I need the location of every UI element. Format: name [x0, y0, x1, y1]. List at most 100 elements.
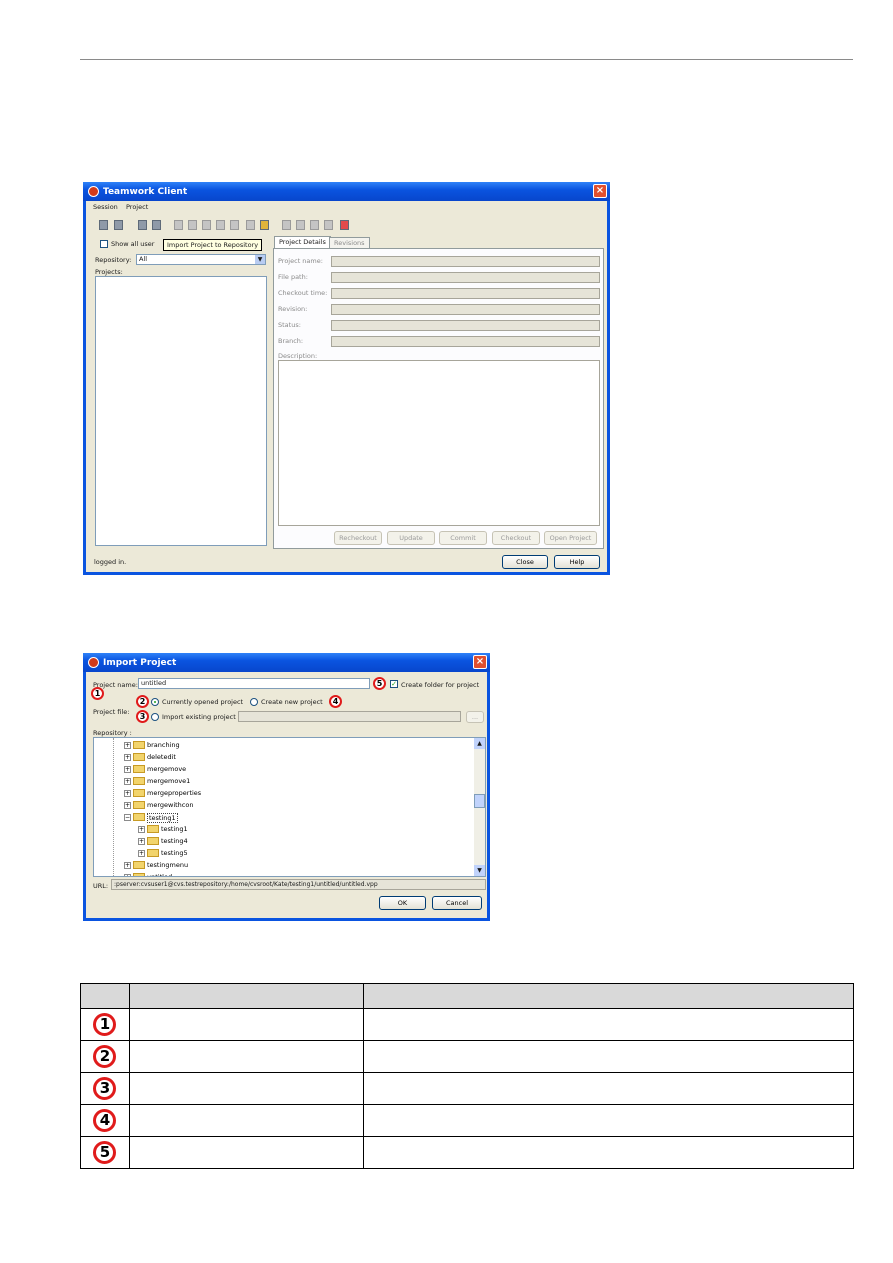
expand-icon[interactable]: + [124, 742, 131, 749]
marker-1: 1 [93, 1013, 117, 1036]
toolbar-icon-13[interactable] [296, 220, 305, 230]
toolbar-icon-10[interactable] [246, 220, 255, 230]
tree-label: mergeproperties [147, 789, 202, 797]
toolbar-icon-9[interactable] [230, 220, 239, 230]
expand-icon[interactable]: + [138, 838, 145, 845]
toolbar-icon-3[interactable] [138, 220, 147, 230]
project-name-input[interactable]: untitled [138, 678, 370, 689]
expand-icon[interactable]: + [124, 802, 131, 809]
tree-row[interactable]: + testingmenu [94, 860, 474, 871]
field-label-branch: Branch: [278, 337, 304, 345]
recheckout-button[interactable]: Recheckout [334, 531, 382, 545]
create-folder-checkbox[interactable]: ✓ [390, 680, 398, 688]
tree-row[interactable]: + testing4 [94, 836, 474, 847]
menu-session[interactable]: Session [93, 203, 118, 211]
table-row: 1 [80, 1008, 855, 1041]
app-icon [88, 186, 99, 197]
open-project-button[interactable]: Open Project [544, 531, 597, 545]
tree-row[interactable]: + testing1 [94, 824, 474, 835]
expand-icon[interactable]: + [124, 874, 131, 876]
folder-icon [133, 741, 145, 749]
tree-row-selected[interactable]: − testing1 [94, 812, 474, 823]
tree-label: testing1 [161, 825, 188, 833]
toolbar-icon-2[interactable] [114, 220, 123, 230]
chevron-down-icon[interactable]: ▼ [255, 255, 265, 264]
tab-project-details[interactable]: Project Details [274, 236, 331, 248]
marker-4: 4 [329, 695, 342, 708]
toolbar-icon-12[interactable] [282, 220, 291, 230]
table-header-row [80, 983, 855, 1009]
expand-icon[interactable]: + [124, 862, 131, 869]
tree-row[interactable]: + testing5 [94, 848, 474, 859]
table-row: 5 [80, 1136, 855, 1169]
status-text: logged in. [94, 558, 127, 566]
delete-icon[interactable] [340, 220, 349, 230]
marker-5: 5 [93, 1141, 117, 1164]
folder-icon [147, 837, 159, 845]
update-button[interactable]: Update [387, 531, 435, 545]
tooltip-text: Import Project to Repository [167, 241, 259, 249]
tree-label: mergemove1 [147, 777, 191, 785]
expand-icon[interactable]: + [138, 826, 145, 833]
folder-icon [133, 789, 145, 797]
help-button[interactable]: Help [554, 555, 600, 569]
import-project-window: Import Project × Project name: untitled … [83, 653, 490, 921]
create-new-radio[interactable] [250, 698, 258, 706]
show-all-user-checkbox[interactable] [100, 240, 108, 248]
repository-tree[interactable]: + branching + deletedit + mergemove + me… [93, 737, 486, 877]
expand-icon[interactable]: + [124, 790, 131, 797]
expand-icon[interactable]: + [124, 766, 131, 773]
tab-revisions[interactable]: Revisions [329, 237, 370, 248]
url-label: URL: [93, 882, 109, 890]
tree-row[interactable]: + mergeproperties [94, 788, 474, 799]
expand-icon[interactable]: + [124, 778, 131, 785]
repository-select[interactable]: All ▼ [136, 254, 266, 265]
tree-row[interactable]: + branching [94, 740, 474, 751]
close-icon[interactable]: × [473, 655, 487, 669]
refresh-icon[interactable] [260, 220, 269, 230]
toolbar-icon-7[interactable] [202, 220, 211, 230]
cancel-button[interactable]: Cancel [432, 896, 482, 910]
tree-row[interactable]: + untitled [94, 872, 474, 876]
toolbar-icon-14[interactable] [310, 220, 319, 230]
tree-label: testing1 [147, 813, 178, 823]
tree-scrollbar[interactable]: ▲ ▼ [474, 738, 485, 876]
collapse-icon[interactable]: − [124, 814, 131, 821]
repository-tree-label: Repository : [93, 729, 132, 737]
tree-row[interactable]: + mergemove1 [94, 776, 474, 787]
field-label-project-name: Project name: [278, 257, 323, 265]
description-area[interactable] [278, 360, 600, 526]
toolbar-icon-5[interactable] [174, 220, 183, 230]
tree-row[interactable]: + mergewithcon [94, 800, 474, 811]
checkout-button[interactable]: Checkout [492, 531, 540, 545]
toolbar-icon-6[interactable] [188, 220, 197, 230]
table-row: 2 [80, 1040, 855, 1073]
expand-icon[interactable]: + [138, 850, 145, 857]
tree-row[interactable]: + mergemove [94, 764, 474, 775]
expand-icon[interactable]: + [124, 754, 131, 761]
toolbar-icon-8[interactable] [216, 220, 225, 230]
import-existing-radio[interactable] [151, 713, 159, 721]
toolbar-icon-15[interactable] [324, 220, 333, 230]
header-rule [80, 59, 853, 60]
window-title: Teamwork Client [103, 186, 188, 197]
scroll-thumb[interactable] [474, 794, 485, 808]
commit-button[interactable]: Commit [439, 531, 487, 545]
tree-row[interactable]: + deletedit [94, 752, 474, 763]
field-project-name [331, 256, 600, 267]
import-project-icon[interactable] [152, 220, 161, 230]
close-icon[interactable]: × [593, 184, 607, 198]
project-name-value: untitled [141, 679, 167, 687]
currently-opened-radio[interactable] [151, 698, 159, 706]
toolbar-icon-1[interactable] [99, 220, 108, 230]
close-button[interactable]: Close [502, 555, 548, 569]
menu-project[interactable]: Project [126, 203, 148, 211]
existing-project-path[interactable] [238, 711, 461, 722]
browse-button[interactable]: ... [466, 711, 484, 723]
scroll-up-icon[interactable]: ▲ [474, 738, 485, 749]
scroll-down-icon[interactable]: ▼ [474, 865, 485, 876]
ok-button[interactable]: OK [379, 896, 426, 910]
folder-icon [133, 753, 145, 761]
tooltip: Import Project to Repository [163, 239, 263, 251]
projects-list[interactable] [95, 276, 267, 546]
